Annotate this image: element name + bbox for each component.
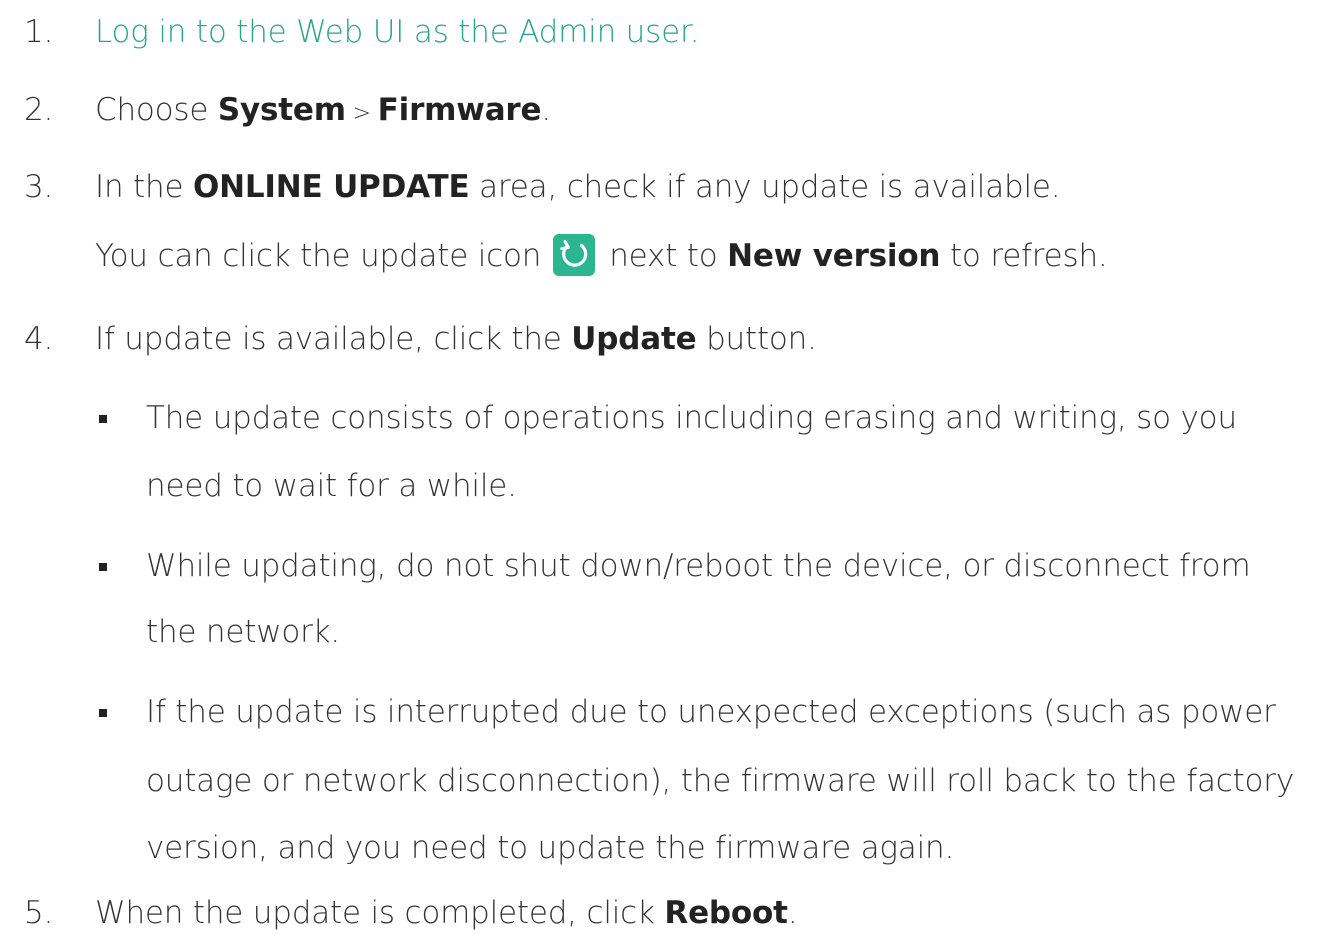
- bullet-1-line-2: need to wait for a while.: [146, 468, 517, 504]
- bullet-marker: [99, 415, 107, 423]
- step-text-part: You can click the update icon: [95, 238, 542, 274]
- step-number: 4.: [24, 321, 54, 357]
- step-text-part: Choose: [95, 92, 218, 128]
- reboot-label: Reboot: [664, 895, 788, 931]
- login-link[interactable]: Log in to the Web UI as the Admin user.: [95, 12, 700, 52]
- online-update-label: ONLINE UPDATE: [192, 169, 470, 205]
- step-text-part: area, check if any update is available.: [469, 169, 1061, 205]
- step-text: In the ONLINE UPDATE area, check if any …: [95, 167, 1061, 207]
- bullet-3-line-2: outage or network disconnection), the fi…: [146, 763, 1294, 799]
- step-text-part: When the update is completed, click: [95, 895, 665, 931]
- step-text: When the update is completed, click Rebo…: [95, 893, 798, 933]
- step-text-part: In the: [95, 169, 193, 205]
- refresh-icon[interactable]: [553, 233, 596, 276]
- menu-separator: >: [345, 101, 378, 126]
- step-number: 1.: [24, 14, 54, 50]
- step-text: If update is available, click the Update…: [95, 319, 817, 359]
- step-number: 5.: [24, 895, 54, 931]
- step-text-part: to refresh.: [940, 238, 1108, 274]
- update-button-label: Update: [571, 321, 697, 357]
- step-text-part: .: [541, 92, 551, 128]
- bullet-3-line-1: If the update is interrupted due to unex…: [146, 694, 1276, 730]
- bullet-1-line-1: The update consists of operations includ…: [146, 400, 1237, 436]
- step-number: 3.: [24, 169, 54, 205]
- bullet-2-line-2: the network.: [146, 614, 341, 650]
- step-number: 2.: [24, 92, 54, 128]
- firmware-update-instructions: 1. Log in to the Web UI as the Admin use…: [0, 0, 1337, 934]
- new-version-label: New version: [727, 238, 941, 274]
- menu-firmware: Firmware: [377, 92, 542, 128]
- step-text-part: If update is available, click the: [95, 321, 572, 357]
- bullet-2-line-1: While updating, do not shut down/reboot …: [146, 548, 1251, 584]
- bullet-3-line-3: version, and you need to update the firm…: [146, 830, 955, 866]
- bullet-marker: [99, 709, 107, 717]
- bullet-marker: [99, 563, 107, 571]
- step-text-part: button.: [696, 321, 817, 357]
- step-text-part: .: [787, 895, 798, 931]
- menu-system: System: [217, 92, 346, 128]
- step-text: Choose System > Firmware.: [95, 90, 551, 134]
- step-text: You can click the update icon next to New…: [95, 233, 1108, 276]
- step-text-part: next to: [609, 238, 728, 274]
